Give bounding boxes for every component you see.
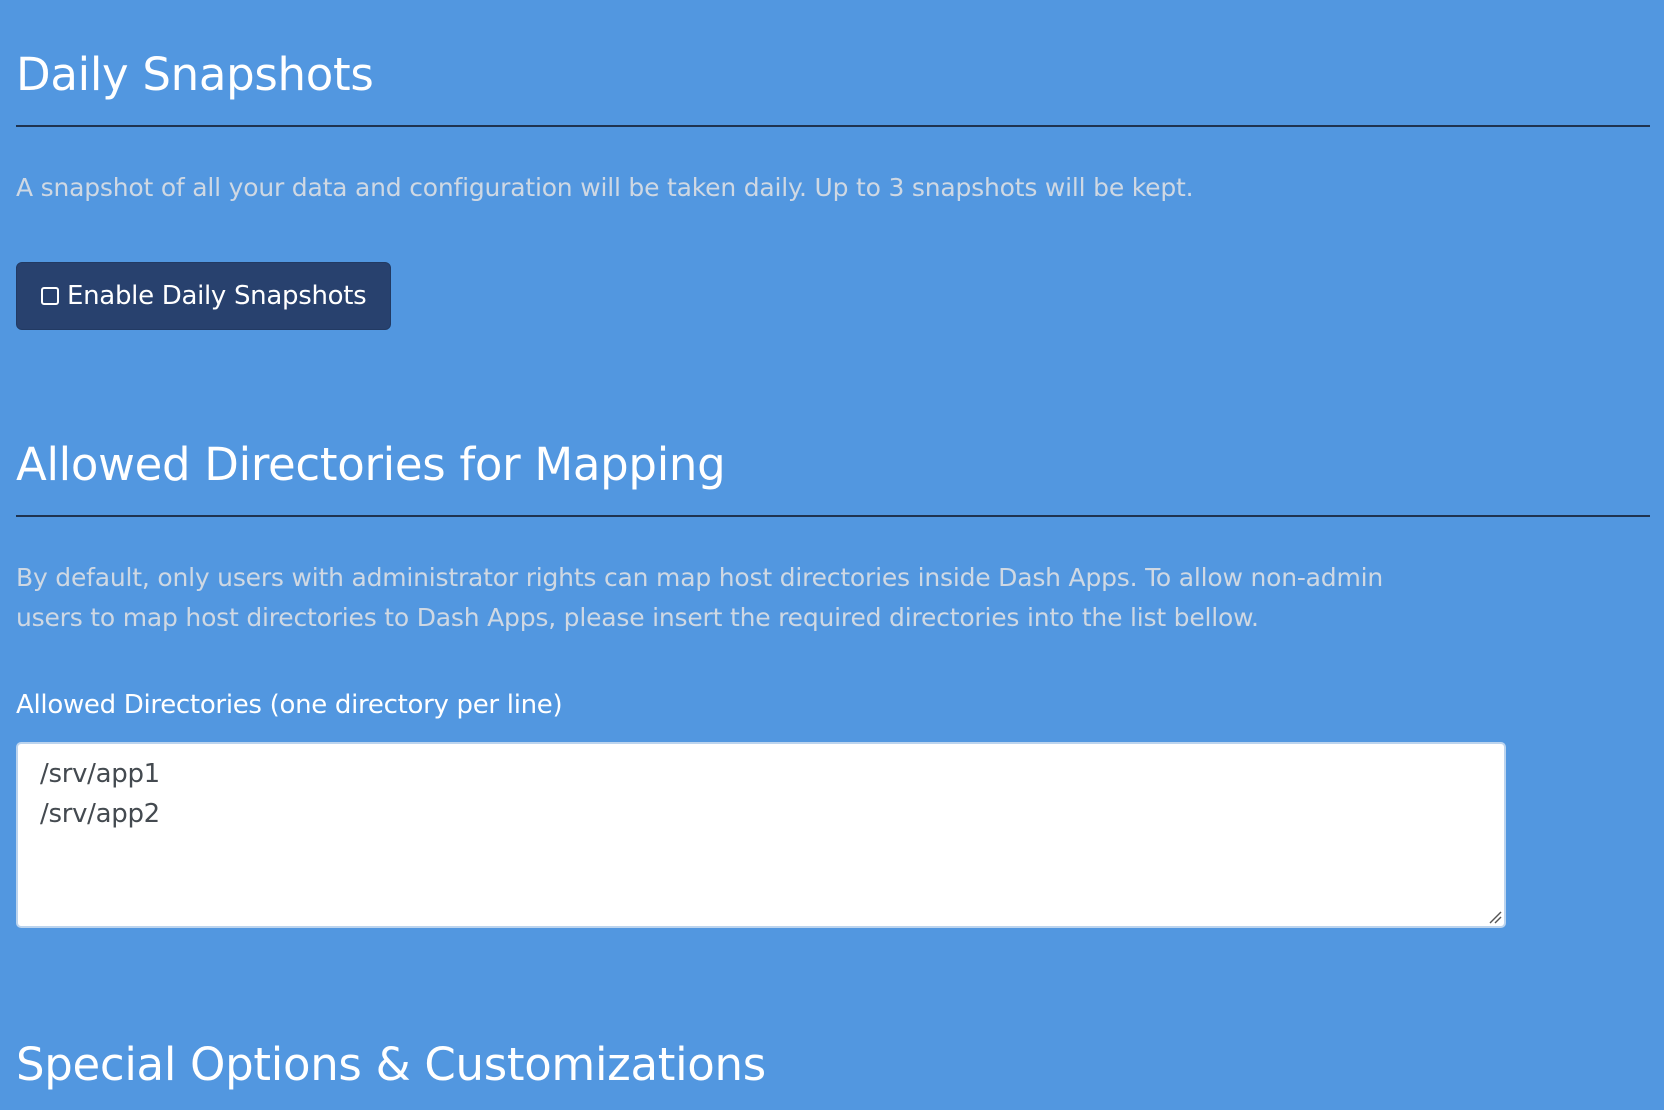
enable-daily-snapshots-label: Enable Daily Snapshots bbox=[67, 281, 367, 311]
daily-snapshots-divider bbox=[16, 125, 1650, 127]
resize-handle-icon[interactable] bbox=[1486, 908, 1502, 924]
enable-daily-snapshots-button[interactable]: Enable Daily Snapshots bbox=[16, 262, 392, 330]
checkbox-unchecked-icon bbox=[41, 287, 59, 305]
daily-snapshots-title: Daily Snapshots bbox=[16, 48, 374, 101]
daily-snapshots-description: A snapshot of all your data and configur… bbox=[16, 173, 1194, 202]
allowed-directories-description-line-1: By default, only users with administrato… bbox=[16, 563, 1384, 592]
allowed-directories-divider bbox=[16, 515, 1650, 517]
allowed-directories-field-label: Allowed Directories (one directory per l… bbox=[16, 690, 563, 720]
allowed-directories-description-line-2: users to map host directories to Dash Ap… bbox=[16, 603, 1259, 632]
special-options-title: Special Options & Customizations bbox=[16, 1038, 766, 1091]
allowed-directories-field-wrapper bbox=[16, 742, 1506, 928]
allowed-directories-title: Allowed Directories for Mapping bbox=[16, 438, 726, 491]
allowed-directories-textarea[interactable] bbox=[18, 744, 1504, 926]
